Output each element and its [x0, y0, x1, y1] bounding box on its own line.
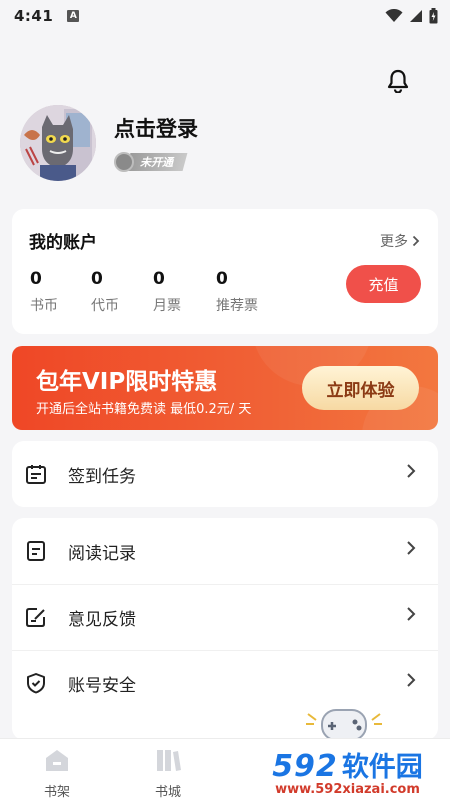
stat-label: 月票 [153, 298, 181, 314]
stat-monthly-tickets[interactable]: 0 月票 [153, 269, 181, 315]
stat-label: 推荐票 [216, 298, 258, 314]
reading-record-icon [25, 540, 47, 562]
recharge-button[interactable]: 充值 [346, 265, 421, 303]
status-right [385, 8, 438, 24]
nav-label: 书架 [43, 785, 70, 800]
nav-label: 书城 [154, 785, 181, 800]
stat-value: 0 [30, 269, 42, 289]
site-watermark: 592 软件园 www.592xiazai.com [245, 741, 450, 800]
chevron-right-icon [407, 541, 416, 555]
account-more-link[interactable]: 更多 [380, 231, 420, 251]
nav-bookstore[interactable]: 书城 [138, 745, 198, 800]
nav-bookshelf[interactable]: 书架 [27, 745, 87, 800]
stat-label: 书币 [30, 298, 58, 314]
profile-header: 点击登录 未开通 [20, 105, 430, 185]
shield-icon [25, 672, 47, 694]
status-bar: 4:41 A [0, 0, 450, 32]
wifi-icon [385, 9, 403, 22]
battery-icon [429, 8, 438, 24]
notification-bell-button[interactable] [384, 67, 412, 95]
menu-item-checkin[interactable]: 签到任务 [12, 441, 438, 507]
bookstore-icon [153, 745, 183, 775]
checkin-card: 签到任务 [12, 441, 438, 507]
stat-value: 0 [216, 269, 228, 289]
feedback-icon [25, 606, 47, 628]
member-level-badge: 未开通 [114, 149, 188, 175]
vip-banner[interactable]: 包年VIP限时特惠 开通后全站书籍免费读 最低0.2元/ 天 立即体验 [12, 346, 438, 430]
vip-title: 包年VIP限时特惠 [36, 369, 218, 395]
signal-icon [410, 10, 422, 22]
vip-try-button[interactable]: 立即体验 [302, 366, 419, 410]
bookshelf-icon [42, 745, 72, 775]
account-more-label: 更多 [380, 234, 408, 250]
menu-label: 账号安全 [68, 675, 136, 696]
stat-tokens[interactable]: 0 代币 [91, 269, 119, 315]
notification-icon: A [67, 10, 80, 22]
medal-icon [114, 152, 134, 172]
login-prompt[interactable]: 点击登录 [114, 113, 198, 143]
watermark-text: 软件园 [341, 751, 423, 783]
stat-value: 0 [91, 269, 103, 289]
menu-label: 意见反馈 [68, 609, 136, 630]
cat-avatar-illustration [20, 105, 96, 181]
chevron-right-icon [407, 464, 416, 478]
badge-label: 未开通 [140, 156, 173, 169]
calendar-icon [25, 463, 47, 485]
menu-item-feedback[interactable]: 意见反馈 [12, 584, 438, 650]
bell-icon [387, 69, 409, 93]
chevron-right-icon [412, 235, 420, 247]
watermark-number: 592 [272, 748, 338, 784]
menu-item-reading-record[interactable]: 阅读记录 [12, 518, 438, 584]
stat-value: 0 [153, 269, 165, 289]
menu-label: 签到任务 [68, 466, 136, 487]
account-title: 我的账户 [29, 233, 97, 253]
stat-label: 代币 [91, 298, 119, 314]
stat-recommend-tickets[interactable]: 0 推荐票 [216, 269, 258, 315]
watermark-url: www.592xiazai.com [275, 781, 420, 797]
chevron-right-icon [407, 673, 416, 687]
vip-subtitle: 开通后全站书籍免费读 最低0.2元/ 天 [36, 402, 252, 417]
menu-label: 阅读记录 [68, 543, 136, 564]
status-time: 4:41 [14, 7, 54, 25]
chevron-right-icon [407, 607, 416, 621]
stat-book-coins[interactable]: 0 书币 [30, 269, 58, 315]
account-card: 我的账户 更多 0 书币 0 代币 0 月票 0 推荐票 充值 [12, 209, 438, 334]
avatar[interactable] [20, 105, 96, 181]
